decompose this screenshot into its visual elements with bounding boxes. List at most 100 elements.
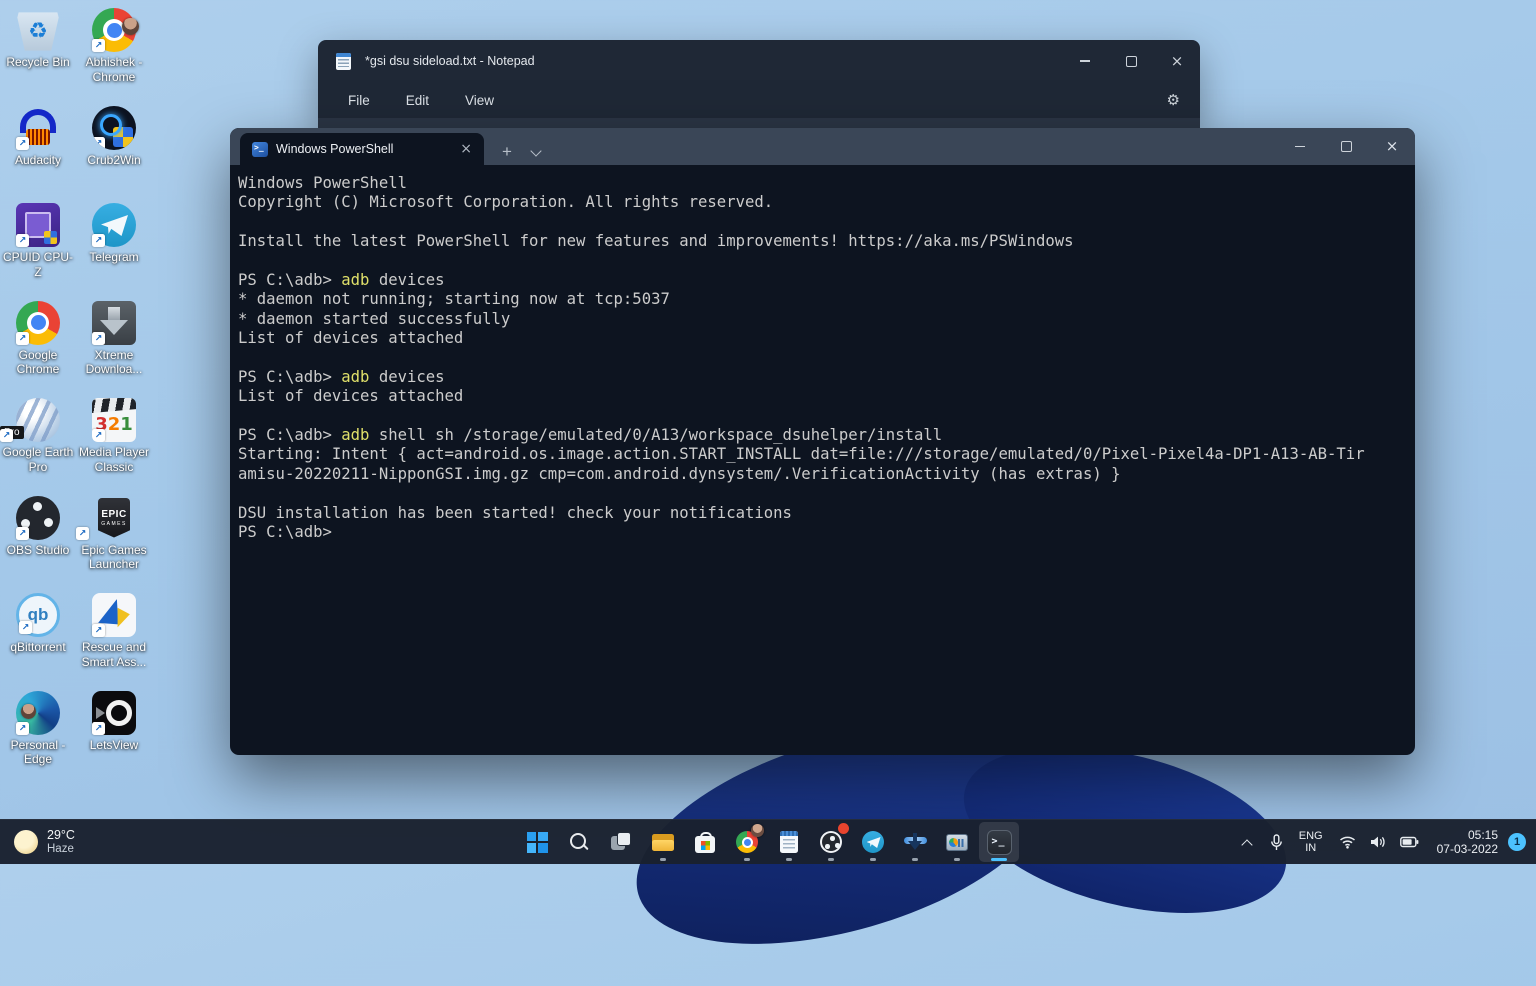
shortcut-arrow-icon: ↗	[92, 624, 105, 637]
notepad-icon	[780, 831, 798, 853]
desktop-icon-qbittorrent[interactable]: qb↗ qBittorrent	[0, 593, 76, 691]
store-bag-icon	[695, 832, 715, 853]
qbittorrent-icon: qb↗	[16, 593, 60, 637]
chevron-up-icon	[1241, 839, 1252, 850]
hidden-icons-button[interactable]	[1232, 835, 1262, 849]
desktop-icon-recycle-bin[interactable]: Recycle Bin	[0, 8, 76, 106]
shortcut-arrow-icon: ↗	[19, 621, 32, 634]
menu-edit[interactable]: Edit	[394, 89, 441, 112]
icon-label: Abhishek -	[86, 55, 143, 70]
file-explorer-button[interactable]	[643, 822, 683, 862]
desktop-icon-media-player-classic[interactable]: 321↗ Media PlayerClassic	[76, 398, 152, 496]
microphone-tray-button[interactable]	[1264, 834, 1289, 851]
notepad-maximize-button[interactable]	[1108, 40, 1154, 82]
new-tab-button[interactable]: +	[502, 143, 512, 160]
monitor-chart-icon	[946, 834, 968, 851]
obs-icon	[820, 831, 842, 853]
system-monitor-button[interactable]	[937, 822, 977, 862]
desktop-icon-telegram[interactable]: ↗ Telegram	[76, 203, 152, 301]
chrome-button[interactable]	[727, 822, 767, 862]
notepad-content-edge	[318, 118, 1200, 128]
download-arrow-icon	[904, 831, 927, 853]
weather-temperature: 29°C	[47, 828, 75, 842]
terminal-line: Copyright (C) Microsoft Corporation. All…	[238, 193, 1407, 212]
profile-avatar	[122, 18, 139, 35]
battery-tray-button[interactable]	[1394, 836, 1425, 848]
weather-condition: Haze	[47, 843, 75, 856]
icon-label: qBittorrent	[10, 640, 65, 655]
notepad-titlebar[interactable]: *gsi dsu sideload.txt - Notepad ×	[318, 40, 1200, 82]
notepad-button[interactable]	[769, 822, 809, 862]
desktop-icon-obs-studio[interactable]: ↗ OBS Studio	[0, 496, 76, 594]
terminal-line: PS C:\adb>	[238, 523, 1407, 542]
rescue-smart-assistant-icon: ↗	[92, 593, 136, 637]
icon-label: Audacity	[15, 153, 61, 168]
powershell-icon	[252, 142, 268, 157]
desktop-icon-crub2win[interactable]: ↗ Crub2Win	[76, 106, 152, 204]
desktop-icon-audacity[interactable]: ↗ Audacity	[0, 106, 76, 204]
chrome-profile-icon: ↗	[92, 8, 136, 52]
obs-button[interactable]	[811, 822, 851, 862]
shortcut-arrow-icon: ↗	[92, 234, 105, 247]
weather-widget[interactable]: 29°C Haze	[0, 828, 234, 856]
volume-tray-button[interactable]	[1364, 835, 1392, 849]
desktop-icon-cpuid-cpu-z[interactable]: ↗ CPUID CPU-Z	[0, 203, 76, 301]
terminal-line	[238, 349, 1407, 368]
media-player-classic-icon: 321↗	[92, 398, 136, 442]
terminal-output[interactable]: Windows PowerShell Copyright (C) Microso…	[230, 165, 1415, 542]
desktop-icon-letsview[interactable]: ↗ LetsView	[76, 691, 152, 789]
active-indicator	[991, 858, 1007, 861]
desktop-icon-grid: Recycle Bin ↗ Audacity ↗ CPUID CPU-Z ↗ G…	[0, 8, 152, 788]
running-indicator	[744, 858, 750, 861]
desktop-icon-personal-edge[interactable]: ↗ Personal -Edge	[0, 691, 76, 789]
settings-gear-icon[interactable]: ⚙	[1167, 91, 1180, 109]
terminal-line: PS C:\adb> adb devices	[238, 271, 1407, 290]
terminal-line: DSU installation has been started! check…	[238, 504, 1407, 523]
desktop-icon-google-chrome[interactable]: ↗ GoogleChrome	[0, 301, 76, 399]
language-region: IN	[1305, 842, 1316, 855]
terminal-minimize-button[interactable]	[1277, 128, 1323, 165]
notification-dot	[838, 823, 849, 834]
tab-windows-powershell[interactable]: Windows PowerShell ×	[240, 133, 484, 165]
terminal-maximize-button[interactable]	[1323, 128, 1369, 165]
epic-games-icon: EPICGAMES	[98, 498, 130, 538]
terminal-button[interactable]	[979, 822, 1019, 862]
search-button[interactable]	[559, 822, 599, 862]
notification-count-badge[interactable]: 1	[1508, 833, 1526, 851]
shortcut-arrow-icon: ↗	[0, 429, 13, 442]
notepad-close-button[interactable]: ×	[1154, 40, 1200, 82]
desktop-icon-abhishek-chrome[interactable]: ↗ Abhishek -Chrome	[76, 8, 152, 106]
telegram-button[interactable]	[853, 822, 893, 862]
terminal-titlebar[interactable]: Windows PowerShell × + ×	[230, 128, 1415, 165]
tab-dropdown-chevron-icon[interactable]	[530, 145, 541, 156]
profile-avatar	[21, 704, 36, 719]
clock[interactable]: 05:15 07-03-2022	[1427, 828, 1506, 857]
desktop-icon-epic-games[interactable]: EPICGAMES ↗ Epic GamesLauncher	[76, 496, 152, 594]
microsoft-store-button[interactable]	[685, 822, 725, 862]
desktop-icon-rescue-smart-assistant[interactable]: ↗ Rescue andSmart Ass...	[76, 593, 152, 691]
menu-file[interactable]: File	[336, 89, 382, 112]
desktop-icon-google-earth-pro[interactable]: Pro↗ Google EarthPro	[0, 398, 76, 496]
start-button[interactable]	[517, 822, 557, 862]
network-tray-button[interactable]	[1333, 835, 1362, 849]
terminal-line	[238, 407, 1407, 426]
running-indicator	[660, 858, 666, 861]
notepad-minimize-button[interactable]	[1062, 40, 1108, 82]
shortcut-arrow-icon: ↗	[16, 234, 29, 247]
running-indicator	[870, 858, 876, 861]
desktop-icon-xtreme-download[interactable]: ↗ XtremeDownloa...	[76, 301, 152, 399]
system-tray: ENG IN 05:15 07-03-2022 1	[1232, 820, 1536, 864]
maximize-icon	[1126, 56, 1137, 67]
edge-icon: ↗	[16, 691, 60, 735]
obs-icon: ↗	[16, 496, 60, 540]
audacity-icon: ↗	[16, 106, 60, 150]
language-switcher[interactable]: ENG IN	[1291, 830, 1331, 855]
terminal-close-button[interactable]: ×	[1369, 128, 1415, 165]
xtreme-download-button[interactable]	[895, 822, 935, 862]
minimize-icon	[1295, 146, 1305, 148]
task-view-button[interactable]	[601, 822, 641, 862]
task-view-icon	[610, 831, 632, 853]
terminal-icon	[987, 830, 1012, 855]
menu-view[interactable]: View	[453, 89, 506, 112]
tab-close-icon[interactable]: ×	[456, 141, 476, 157]
